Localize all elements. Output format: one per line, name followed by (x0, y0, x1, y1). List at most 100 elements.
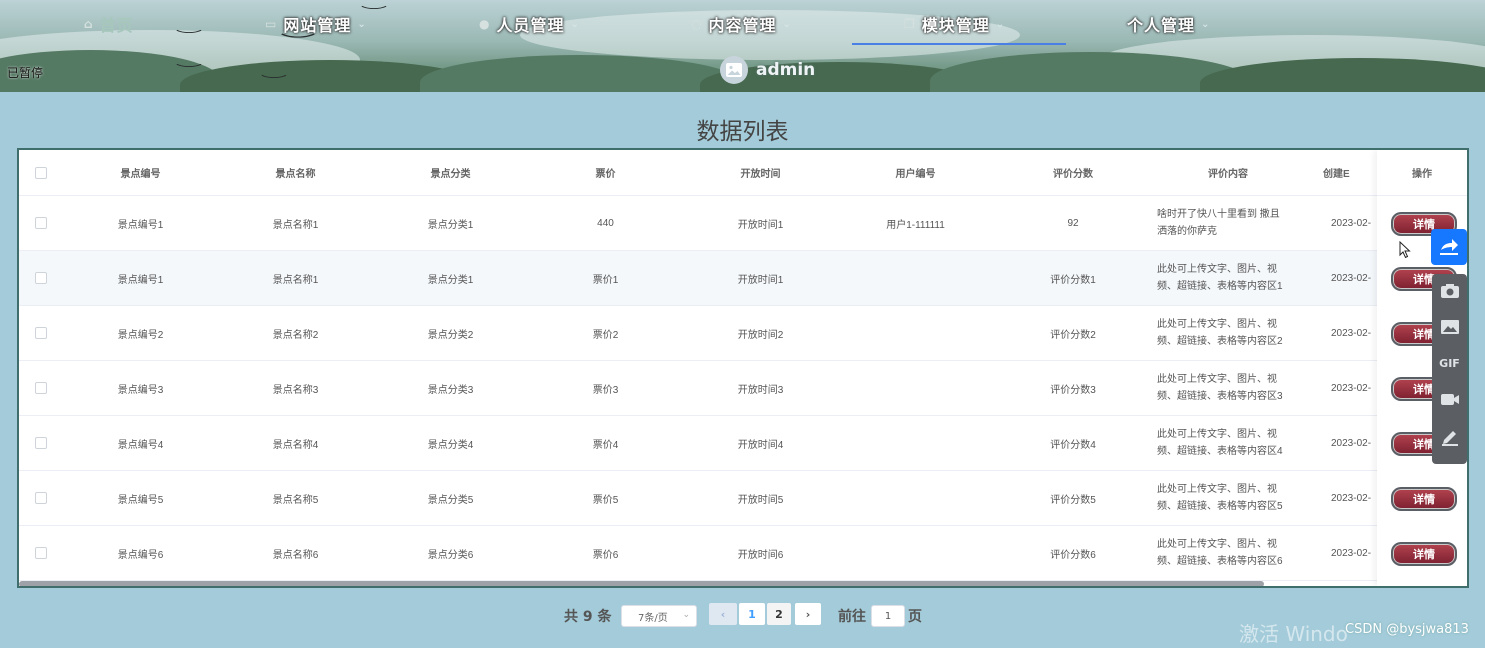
gif-icon: GIF (1439, 356, 1460, 370)
user-profile[interactable]: admin (720, 56, 815, 84)
cell-code: 景点编号2 (117, 329, 164, 341)
camera-button[interactable] (1432, 276, 1467, 306)
paused-status: 已暂停 (7, 66, 44, 80)
cell-open-time: 开放时间2 (737, 329, 784, 341)
cell-name: 景点名称5 (272, 494, 319, 506)
review-line: 频、超链接、表格等内容区4 (1157, 446, 1283, 457)
chevron-down-icon: ⌄ (995, 18, 1006, 30)
column-header[interactable]: 开放时间 (683, 150, 838, 195)
column-header[interactable]: 用户编号 (838, 150, 993, 195)
cell-open-time: 开放时间5 (737, 494, 784, 506)
cell-review: 啥时开了快八十里看到 撒且 洒落的你萨克 (1157, 196, 1312, 250)
cell-category: 景点分类3 (427, 384, 474, 396)
cell-user (838, 251, 993, 305)
cell-review: 此处可上传文字、图片、视 频、超链接、表格等内容区5 (1157, 471, 1312, 525)
cell-review: 此处可上传文字、图片、视 频、超链接、表格等内容区4 (1157, 416, 1312, 470)
column-header[interactable]: 评价分数 (993, 150, 1153, 195)
row-checkbox[interactable] (35, 382, 47, 394)
select-all-checkbox-cell (19, 150, 63, 195)
cell-name: 景点名称3 (272, 384, 319, 396)
cell-user: 用户1-111111 (886, 219, 945, 231)
row-checkbox[interactable] (35, 327, 47, 339)
share-button[interactable] (1431, 229, 1467, 265)
table-header-row: 景点编号 景点名称 景点分类 票价 开放时间 用户编号 评价分数 评价内容 创建… (19, 150, 1467, 196)
table-row: 景点编号4 景点名称4 景点分类4 票价4 开放时间4 评价分数4 此处可上传文… (19, 416, 1467, 471)
record-button[interactable] (1432, 384, 1467, 414)
column-header[interactable]: 评价内容 (1153, 150, 1303, 195)
gif-button[interactable]: GIF (1432, 348, 1467, 378)
review-line: 洒落的你萨克 (1157, 226, 1217, 237)
nav-item-module[interactable]: ❐ 模块管理 ⌄ (904, 12, 1005, 36)
goto-page-input[interactable]: 1 (871, 605, 905, 627)
column-header[interactable]: 景点编号 (63, 150, 218, 195)
chevron-down-icon: ⌄ (1201, 18, 1211, 30)
nav-item-personal[interactable]: 个人管理 ⌄ (1127, 12, 1210, 36)
cell-user (838, 471, 993, 525)
nav-item-site[interactable]: ▭ 网站管理 ⌄ (265, 12, 367, 36)
image-icon (726, 63, 742, 77)
row-checkbox[interactable] (35, 437, 47, 449)
cell-name: 景点名称4 (272, 439, 319, 451)
main-nav: ⌂ 首页 ▭ 网站管理 ⌄ ● 人员管理 ⌄ ◌ 内容管理 ⌄ ❐ 模块管理 ⌄… (0, 0, 1485, 48)
review-line: 此处可上传文字、图片、视 (1157, 539, 1277, 550)
nav-item-home[interactable]: ⌂ 首页 (84, 12, 134, 36)
row-checkbox[interactable] (35, 492, 47, 504)
table-row: 景点编号1 景点名称1 景点分类1 票价1 开放时间1 评价分数1 此处可上传文… (19, 251, 1467, 306)
row-checkbox[interactable] (35, 547, 47, 559)
detail-button[interactable]: 详情 (1391, 487, 1457, 511)
column-header[interactable]: 票价 (528, 150, 683, 195)
page-size-value: 7条/页 (638, 612, 668, 624)
cell-price: 票价6 (592, 549, 619, 561)
nav-label: 个人管理 (1127, 16, 1196, 35)
cell-open-time: 开放时间3 (737, 384, 784, 396)
horizontal-scrollbar[interactable] (19, 581, 1264, 586)
nav-item-staff[interactable]: ● 人员管理 ⌄ (479, 12, 580, 36)
user-name: admin (756, 60, 816, 80)
page-button-2[interactable]: 2 (767, 603, 791, 625)
image-icon (1440, 320, 1459, 334)
review-line: 频、超链接、表格等内容区2 (1157, 336, 1283, 347)
image-button[interactable] (1432, 312, 1467, 342)
total-count: 共 9 条 (564, 609, 612, 625)
bird-icon: ︶ (175, 63, 203, 77)
bird-icon: ︶ (260, 74, 288, 88)
cell-price: 票价1 (592, 274, 619, 286)
column-header[interactable]: 景点名称 (218, 150, 373, 195)
nav-label: 内容管理 (708, 16, 777, 35)
pen-button[interactable] (1432, 422, 1467, 452)
cell-price: 440 (597, 217, 614, 229)
table-row: 景点编号3 景点名称3 景点分类3 票价3 开放时间3 评价分数3 此处可上传文… (19, 361, 1467, 416)
row-checkbox[interactable] (35, 217, 47, 229)
cell-price: 票价2 (592, 329, 619, 341)
row-checkbox[interactable] (35, 272, 47, 284)
row-checkbox-cell (19, 526, 63, 580)
cell-score: 评价分数1 (1050, 274, 1096, 286)
nav-item-content[interactable]: ◌ 内容管理 ⌄ (691, 12, 792, 36)
cell-score: 评价分数3 (1050, 384, 1096, 396)
cell-code: 景点编号1 (117, 274, 164, 286)
cell-score: 评价分数4 (1050, 439, 1096, 451)
cell-category: 景点分类1 (427, 219, 474, 231)
page-size-select[interactable]: 7条/页 ⌄ (621, 605, 697, 627)
nav-label: 网站管理 (283, 16, 352, 35)
goto-label: 前往 (838, 609, 866, 625)
cell-review: 此处可上传文字、图片、视 频、超链接、表格等内容区6 (1157, 526, 1312, 580)
page-suffix-label: 页 (908, 609, 922, 625)
hill-decoration (420, 55, 740, 92)
cell-code: 景点编号4 (117, 439, 164, 451)
column-header[interactable]: 景点分类 (373, 150, 528, 195)
prev-page-button[interactable]: ‹ (709, 603, 737, 625)
next-page-button[interactable]: › (795, 603, 821, 625)
nav-label: 模块管理 (921, 16, 990, 35)
cell-user (838, 416, 993, 470)
cell-score: 评价分数2 (1050, 329, 1096, 341)
select-all-checkbox[interactable] (35, 166, 47, 179)
cell-code: 景点编号3 (117, 384, 164, 396)
cell-name: 景点名称2 (272, 329, 319, 341)
copy-icon: ❐ (904, 17, 916, 31)
cell-category: 景点分类6 (427, 549, 474, 561)
detail-button[interactable]: 详情 (1391, 542, 1457, 566)
avatar[interactable] (720, 56, 748, 84)
page-button-1[interactable]: 1 (739, 603, 765, 625)
cell-user (838, 361, 993, 415)
